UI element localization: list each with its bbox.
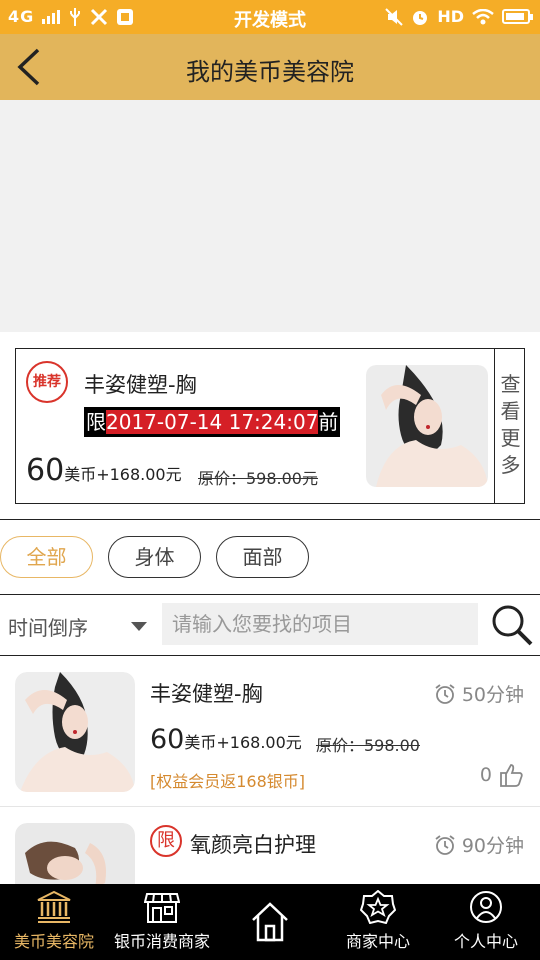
nav-beauty-salon[interactable]: 美币美容院 — [0, 884, 108, 960]
recommended-card[interactable]: 推荐 丰姿健塑-胸 限2017-07-14 17:24:07前 60美币+168… — [15, 348, 525, 504]
limit-time-banner: 限2017-07-14 17:24:07前 — [84, 407, 341, 437]
header-bar: 我的美币美容院 — [0, 34, 540, 100]
wifi-icon — [472, 8, 494, 24]
price-coins: 60 — [26, 453, 65, 488]
item-duration: 90分钟 — [434, 831, 524, 858]
alarm-icon — [413, 10, 428, 25]
status-right: HD — [385, 7, 533, 26]
recommended-price: 60美币+168.00元 — [26, 453, 182, 488]
more-char-1: 查 — [500, 372, 521, 396]
nav-silver-merchants[interactable]: 银币消费商家 — [108, 884, 216, 960]
home-icon — [252, 902, 288, 942]
thumbs-up-icon[interactable] — [498, 762, 524, 788]
nav-profile[interactable]: 个人中心 — [432, 884, 540, 960]
star-badge-icon — [360, 890, 396, 924]
limit-suffix: 前 — [318, 410, 339, 434]
nav-merchant-center[interactable]: 商家中心 — [324, 884, 432, 960]
more-char-3: 更 — [500, 426, 521, 450]
recommended-product-image[interactable] — [366, 365, 488, 487]
nav-home[interactable] — [216, 884, 324, 960]
search-input[interactable] — [162, 603, 478, 645]
item-duration: 50分钟 — [434, 680, 524, 707]
item-price-coins: 60 — [150, 724, 185, 755]
recommended-name: 丰姿健塑-胸 — [84, 373, 197, 397]
dropdown-arrow-icon[interactable] — [131, 622, 147, 631]
storefront-icon — [144, 893, 180, 923]
banner-area[interactable] — [0, 100, 540, 332]
item-original-price: 原价：598.00 — [316, 736, 420, 755]
item-name: 氧颜亮白护理 — [190, 833, 316, 857]
view-more-button[interactable]: 查 看 更 多 — [494, 349, 526, 503]
item-likes[interactable]: 0 — [480, 762, 524, 788]
alarm-clock-icon — [435, 834, 455, 855]
battery-icon — [502, 9, 533, 24]
mute-icon — [385, 7, 404, 26]
item-price-cash: +168.00元 — [216, 733, 302, 752]
more-char-2: 看 — [500, 399, 521, 423]
status-bar: 4G 开发模式 HD — [0, 0, 540, 34]
tab-all[interactable]: 全部 — [0, 536, 93, 578]
user-icon — [470, 891, 502, 923]
nav-label: 商家中心 — [345, 932, 410, 951]
hd-label: HD — [437, 7, 464, 26]
item-price: 60美币+168.00元 — [150, 724, 302, 755]
limit-datetime: 2017-07-14 17:24:07 — [106, 410, 319, 434]
limit-prefix: 限 — [86, 410, 106, 434]
nav-label: 银币消费商家 — [113, 932, 210, 951]
sort-dropdown[interactable]: 时间倒序 — [8, 612, 88, 641]
price-unit: 美币 — [64, 465, 97, 484]
item-name: 丰姿健塑-胸 — [150, 682, 263, 706]
search-icon[interactable] — [490, 603, 534, 647]
duration-text: 50分钟 — [461, 684, 524, 706]
tab-face[interactable]: 面部 — [216, 536, 309, 578]
likes-count: 0 — [479, 764, 492, 786]
nav-label: 美币美容院 — [13, 932, 94, 951]
item-thumbnail — [15, 672, 135, 792]
item-price-unit: 美币 — [184, 733, 217, 752]
price-cash: +168.00元 — [96, 465, 182, 484]
bank-icon — [37, 890, 71, 923]
more-char-4: 多 — [500, 453, 521, 477]
duration-text: 90分钟 — [461, 835, 524, 857]
list-item[interactable]: 丰姿健塑-胸 50分钟 60美币+168.00元 原价：598.00 [权益会员… — [0, 656, 540, 808]
nav-label: 个人中心 — [453, 932, 518, 951]
tabs-divider — [0, 594, 540, 595]
alarm-clock-icon — [435, 683, 455, 704]
recommended-original-price: 原价：598.00元 — [198, 469, 318, 488]
tab-body[interactable]: 身体 — [108, 536, 201, 578]
page-title: 我的美币美容院 — [186, 58, 354, 86]
bottom-nav: 美币美容院 银币消费商家 商家中心 个人中心 — [0, 884, 540, 960]
section-divider — [0, 519, 540, 520]
limit-badge: 限 — [150, 825, 182, 857]
member-rebate-tag: [权益会员返168银币] — [150, 772, 306, 791]
recommend-badge: 推荐 — [26, 361, 68, 403]
